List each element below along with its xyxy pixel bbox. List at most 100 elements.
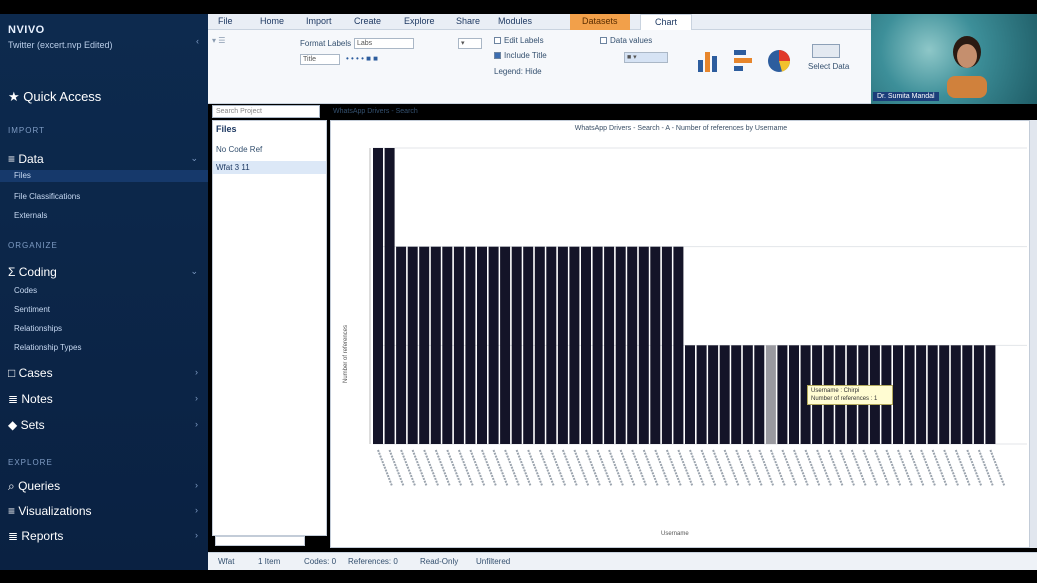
nav-file-classifications[interactable]: File Classifications bbox=[14, 192, 80, 201]
nav-reports[interactable]: ≣ Reports › bbox=[8, 529, 200, 543]
chart-bar[interactable] bbox=[927, 345, 938, 444]
chart-bar[interactable] bbox=[777, 345, 788, 444]
include-title-checkbox[interactable] bbox=[494, 52, 501, 59]
chart-bar[interactable] bbox=[615, 246, 626, 444]
chart-bar[interactable] bbox=[569, 246, 580, 444]
webcam-overlay: Dr. Sumita Mandal bbox=[871, 14, 1037, 104]
nav-cases[interactable]: □ Cases › bbox=[8, 366, 200, 380]
chart-bar[interactable] bbox=[430, 246, 441, 444]
chart-bar[interactable] bbox=[500, 246, 511, 444]
tab-home[interactable]: Home bbox=[260, 16, 284, 26]
chart-bar[interactable] bbox=[407, 246, 418, 444]
tab-chart[interactable]: Chart bbox=[640, 14, 693, 30]
quick-access-link[interactable]: ★ Quick Access bbox=[8, 89, 101, 105]
chart-bar[interactable] bbox=[534, 246, 545, 444]
nav-codes[interactable]: Codes bbox=[14, 286, 37, 295]
chart-bar[interactable] bbox=[742, 345, 753, 444]
chart-bar[interactable] bbox=[592, 246, 603, 444]
tab-create[interactable]: Create bbox=[354, 16, 381, 26]
edit-labels-checkbox[interactable] bbox=[494, 37, 501, 44]
pie-chart-icon[interactable] bbox=[764, 46, 794, 76]
bar-chart-icon[interactable] bbox=[694, 46, 724, 76]
chart-bar[interactable] bbox=[731, 345, 742, 444]
x-tick-label bbox=[781, 449, 798, 487]
nav-relationship-types[interactable]: Relationship Types bbox=[14, 343, 81, 352]
x-tick-label bbox=[827, 449, 844, 487]
edit-labels-toggle[interactable]: Edit Labels bbox=[494, 36, 544, 45]
tab-datasets[interactable]: Datasets bbox=[570, 14, 630, 30]
position-selector[interactable]: ■ ▾ bbox=[624, 52, 668, 63]
tab-explore[interactable]: Explore bbox=[404, 16, 435, 26]
chart-bar[interactable] bbox=[638, 246, 649, 444]
chart-bar[interactable] bbox=[789, 345, 799, 444]
nav-externals[interactable]: Externals bbox=[14, 211, 47, 220]
font-size-dropdown[interactable]: ▾ bbox=[458, 38, 482, 49]
nav-sets[interactable]: ◆ Sets › bbox=[8, 418, 200, 432]
tab-file[interactable]: File bbox=[218, 16, 233, 26]
format-labels-dropdown[interactable]: Labs bbox=[354, 38, 414, 49]
chart-bar[interactable] bbox=[546, 246, 557, 444]
nav-files[interactable]: Files bbox=[0, 170, 208, 182]
chart-bar[interactable] bbox=[511, 246, 522, 444]
tab-import[interactable]: Import bbox=[306, 16, 332, 26]
chart-bar[interactable] bbox=[488, 246, 499, 444]
search-input[interactable]: Search Project bbox=[212, 105, 320, 118]
chart-bar[interactable] bbox=[442, 246, 453, 444]
nav-coding[interactable]: Σ Coding ⌄ bbox=[8, 265, 200, 279]
nav-data[interactable]: ≡ Data ⌄ bbox=[8, 152, 200, 166]
chart-bar[interactable] bbox=[453, 246, 464, 444]
nav-queries[interactable]: ⌕ Queries › bbox=[8, 479, 200, 494]
chart-bar[interactable] bbox=[985, 345, 996, 444]
chart-bar[interactable] bbox=[939, 345, 950, 444]
nav-visualizations[interactable]: ≡ Visualizations › bbox=[8, 504, 200, 518]
chart-bar[interactable] bbox=[719, 345, 730, 444]
horizontal-scrollbar[interactable] bbox=[215, 536, 305, 546]
chart-bar[interactable] bbox=[916, 345, 927, 444]
chart-bar[interactable] bbox=[661, 246, 672, 444]
project-name[interactable]: Twitter (excert.nvp Edited) bbox=[8, 40, 113, 50]
chart-bar[interactable] bbox=[604, 246, 615, 444]
column-chart-icon[interactable] bbox=[730, 46, 760, 76]
tab-modules[interactable]: Modules bbox=[498, 16, 532, 26]
chart-bar[interactable] bbox=[685, 345, 695, 444]
chart-bar[interactable] bbox=[904, 345, 915, 444]
tab-share[interactable]: Share bbox=[456, 16, 480, 26]
nav-relationships[interactable]: Relationships bbox=[14, 324, 62, 333]
table-row[interactable]: Wfat 3 11 bbox=[213, 161, 326, 174]
nav-sentiment[interactable]: Sentiment bbox=[14, 305, 50, 314]
chart-bar[interactable] bbox=[384, 148, 395, 444]
chart-bar[interactable] bbox=[696, 345, 707, 444]
collapse-sidebar-icon[interactable]: ‹ bbox=[196, 36, 199, 46]
chart-bar[interactable] bbox=[557, 246, 568, 444]
legend-dropdown[interactable]: Legend: Hide bbox=[494, 67, 542, 76]
chart-bar[interactable] bbox=[523, 246, 534, 444]
chart-bar[interactable] bbox=[973, 345, 984, 444]
x-tick-label bbox=[515, 449, 532, 487]
nav-notes[interactable]: ≣ Notes › bbox=[8, 392, 200, 406]
chart-bar[interactable] bbox=[396, 246, 407, 444]
chart-bar[interactable] bbox=[962, 345, 973, 444]
detail-view-tab[interactable]: WhatsApp Drivers - Search bbox=[330, 105, 450, 119]
chart-bar[interactable] bbox=[673, 246, 684, 444]
title-dropdown[interactable]: Title bbox=[300, 54, 340, 65]
include-title-toggle[interactable]: Include Title bbox=[494, 51, 547, 60]
data-values-checkbox[interactable] bbox=[600, 37, 607, 44]
font-format-icons[interactable]: • • • • ■ ■ bbox=[346, 54, 378, 63]
chart-bar[interactable] bbox=[650, 246, 661, 444]
chart-bar[interactable] bbox=[373, 148, 383, 444]
chart-bar[interactable] bbox=[765, 345, 776, 444]
chart-bar[interactable] bbox=[477, 246, 487, 444]
chart-bar[interactable] bbox=[419, 246, 430, 444]
chart-bar[interactable] bbox=[754, 345, 765, 444]
chart-bar[interactable] bbox=[893, 345, 903, 444]
x-tick-label bbox=[850, 449, 867, 487]
select-data-button[interactable]: Select Data bbox=[808, 62, 849, 71]
chart-bar[interactable] bbox=[627, 246, 638, 444]
chart-bar[interactable] bbox=[950, 345, 961, 444]
chart-bar[interactable] bbox=[465, 246, 476, 444]
chart-bar[interactable] bbox=[581, 246, 591, 444]
select-data-icon[interactable] bbox=[812, 44, 840, 58]
data-values-toggle[interactable]: Data values bbox=[600, 36, 652, 45]
x-tick-label bbox=[977, 449, 994, 487]
chart-bar[interactable] bbox=[708, 345, 719, 444]
